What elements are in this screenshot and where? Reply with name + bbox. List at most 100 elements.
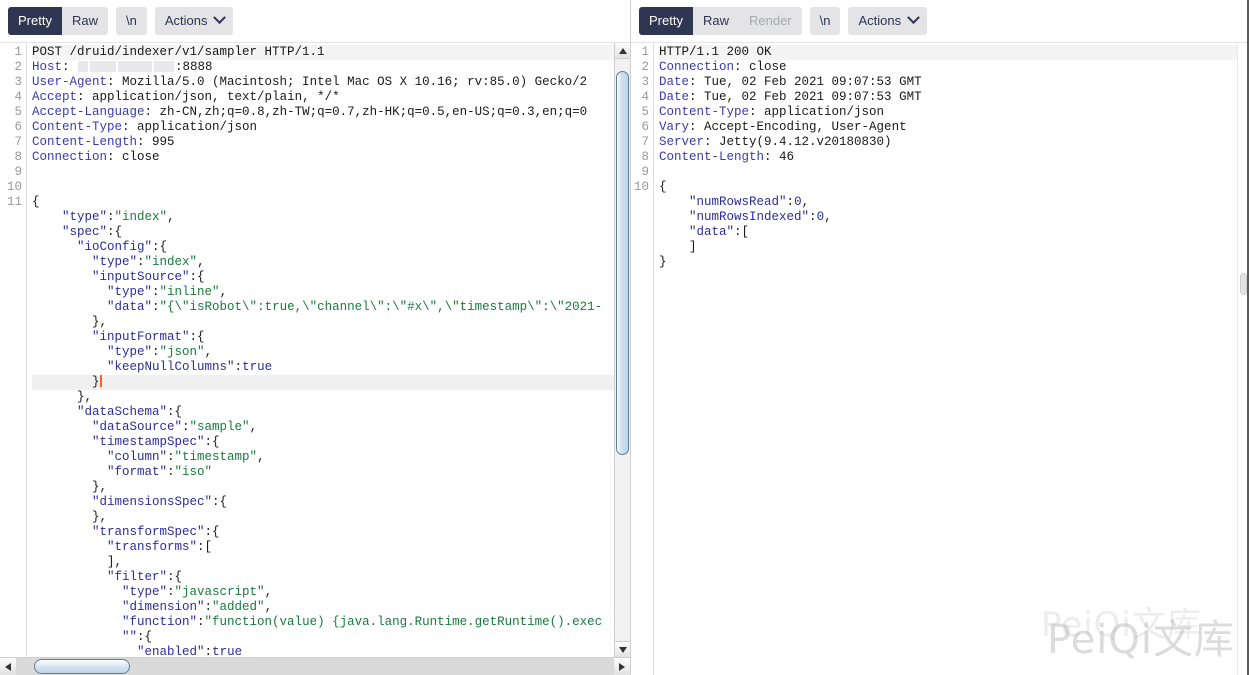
- request-vscroll-thumb[interactable]: [616, 71, 629, 455]
- code-line: Host: :8888: [32, 60, 614, 75]
- response-raw-button[interactable]: Raw: [693, 7, 739, 35]
- line-number: [0, 315, 26, 330]
- code-line: Accept-Language: zh-CN,zh;q=0.8,zh-TW;q=…: [32, 105, 614, 120]
- line-number: 1: [631, 45, 653, 60]
- line-number: [631, 210, 653, 225]
- response-code[interactable]: HTTP/1.1 200 OKConnection: closeDate: Tu…: [653, 43, 1237, 675]
- request-newline-button[interactable]: \n: [116, 7, 147, 35]
- code-line: },: [32, 480, 614, 495]
- response-newline-button[interactable]: \n: [810, 7, 841, 35]
- code-line: Server: Jetty(9.4.12.v20180830): [659, 135, 1237, 150]
- line-number: 2: [631, 60, 653, 75]
- request-scroll-up-arrow[interactable]: [615, 43, 630, 59]
- line-number: 5: [0, 105, 26, 120]
- code-line: "enabled":true: [32, 645, 614, 657]
- line-number: 11: [0, 195, 26, 210]
- code-line: },: [32, 390, 614, 405]
- code-line: "dimensionsSpec":{: [32, 495, 614, 510]
- response-panel: Pretty Raw Render \n Actions 12345678910…: [630, 0, 1249, 675]
- line-number: [0, 510, 26, 525]
- request-scroll-left-arrow[interactable]: [0, 658, 16, 675]
- request-pretty-button[interactable]: Pretty: [8, 7, 62, 35]
- line-number: [631, 255, 653, 270]
- code-line: "format":"iso": [32, 465, 614, 480]
- triangle-left-icon: [5, 663, 11, 671]
- line-number: [0, 630, 26, 645]
- line-number: 3: [631, 75, 653, 90]
- response-view-mode-group: Pretty Raw Render: [639, 7, 802, 35]
- code-line: Date: Tue, 02 Feb 2021 09:07:53 GMT: [659, 90, 1237, 105]
- code-line: [32, 165, 614, 180]
- request-hscroll-track[interactable]: [16, 658, 614, 675]
- code-line: "type":"javascript",: [32, 585, 614, 600]
- code-line: "numRowsRead":0,: [659, 195, 1237, 210]
- request-actions-button[interactable]: Actions: [155, 7, 234, 35]
- line-number: 4: [0, 90, 26, 105]
- code-line: "data":[: [659, 225, 1237, 240]
- code-line: "type":"inline",: [32, 285, 614, 300]
- code-line: Accept: application/json, text/plain, */…: [32, 90, 614, 105]
- code-line: User-Agent: Mozilla/5.0 (Macintosh; Inte…: [32, 75, 614, 90]
- code-line: },: [32, 510, 614, 525]
- code-line: "type":"index",: [32, 255, 614, 270]
- triangle-right-icon: [619, 663, 625, 671]
- code-line: "transforms":[: [32, 540, 614, 555]
- code-line: {: [659, 180, 1237, 195]
- line-number: [0, 255, 26, 270]
- code-line: Vary: Accept-Encoding, User-Agent: [659, 120, 1237, 135]
- line-number: 2: [0, 60, 26, 75]
- line-number: 8: [631, 150, 653, 165]
- response-actions-button[interactable]: Actions: [848, 7, 927, 35]
- request-vertical-scrollbar[interactable]: [614, 43, 630, 657]
- code-line: Content-Length: 46: [659, 150, 1237, 165]
- chevron-down-icon: [214, 11, 227, 24]
- code-line: Content-Type: application/json: [32, 120, 614, 135]
- code-line: Content-Type: application/json: [659, 105, 1237, 120]
- response-pretty-button[interactable]: Pretty: [639, 7, 693, 35]
- response-editor-wrap: 12345678910 HTTP/1.1 200 OKConnection: c…: [631, 42, 1249, 675]
- line-number: [0, 600, 26, 615]
- request-scroll-right-arrow[interactable]: [614, 658, 630, 675]
- triangle-up-icon: [619, 48, 627, 54]
- line-number: [0, 420, 26, 435]
- line-number: 7: [0, 135, 26, 150]
- code-line: ],: [32, 555, 614, 570]
- code-line: "function":"function(value) {java.lang.R…: [32, 615, 614, 630]
- request-editor[interactable]: 1234567891011 POST /druid/indexer/v1/sam…: [0, 43, 614, 657]
- code-line: "ioConfig":{: [32, 240, 614, 255]
- line-number: [0, 540, 26, 555]
- request-hscroll-thumb[interactable]: [34, 659, 130, 674]
- code-line: "keepNullColumns":true: [32, 360, 614, 375]
- line-number: [0, 555, 26, 570]
- request-raw-button[interactable]: Raw: [62, 7, 108, 35]
- line-number: 9: [631, 165, 653, 180]
- line-number: 7: [631, 135, 653, 150]
- line-number: [0, 330, 26, 345]
- line-number: 10: [631, 180, 653, 195]
- response-render-button[interactable]: Render: [739, 7, 802, 35]
- response-scroll-thumb[interactable]: [1240, 273, 1247, 295]
- code-line: Connection: close: [32, 150, 614, 165]
- line-number: [0, 210, 26, 225]
- request-scroll-down-arrow[interactable]: [615, 641, 630, 657]
- code-line: }: [659, 255, 1237, 270]
- request-editor-wrap: 1234567891011 POST /druid/indexer/v1/sam…: [0, 42, 630, 657]
- code-line: Date: Tue, 02 Feb 2021 09:07:53 GMT: [659, 75, 1237, 90]
- code-line: POST /druid/indexer/v1/sampler HTTP/1.1: [32, 45, 614, 60]
- line-number: [0, 360, 26, 375]
- code-line: [32, 180, 614, 195]
- line-number: 8: [0, 150, 26, 165]
- code-line: {: [32, 195, 614, 210]
- code-line: "":{: [32, 630, 614, 645]
- line-number: 10: [0, 180, 26, 195]
- request-vscroll-track[interactable]: [615, 59, 630, 641]
- line-number: [0, 270, 26, 285]
- response-editor[interactable]: 12345678910 HTTP/1.1 200 OKConnection: c…: [631, 43, 1237, 675]
- request-view-mode-group: Pretty Raw: [8, 7, 108, 35]
- request-horizontal-scrollbar[interactable]: [0, 657, 630, 675]
- code-line: }: [32, 375, 614, 390]
- request-code[interactable]: POST /druid/indexer/v1/sampler HTTP/1.1H…: [26, 43, 614, 657]
- line-number: [0, 615, 26, 630]
- line-number: [0, 480, 26, 495]
- code-line: "inputSource":{: [32, 270, 614, 285]
